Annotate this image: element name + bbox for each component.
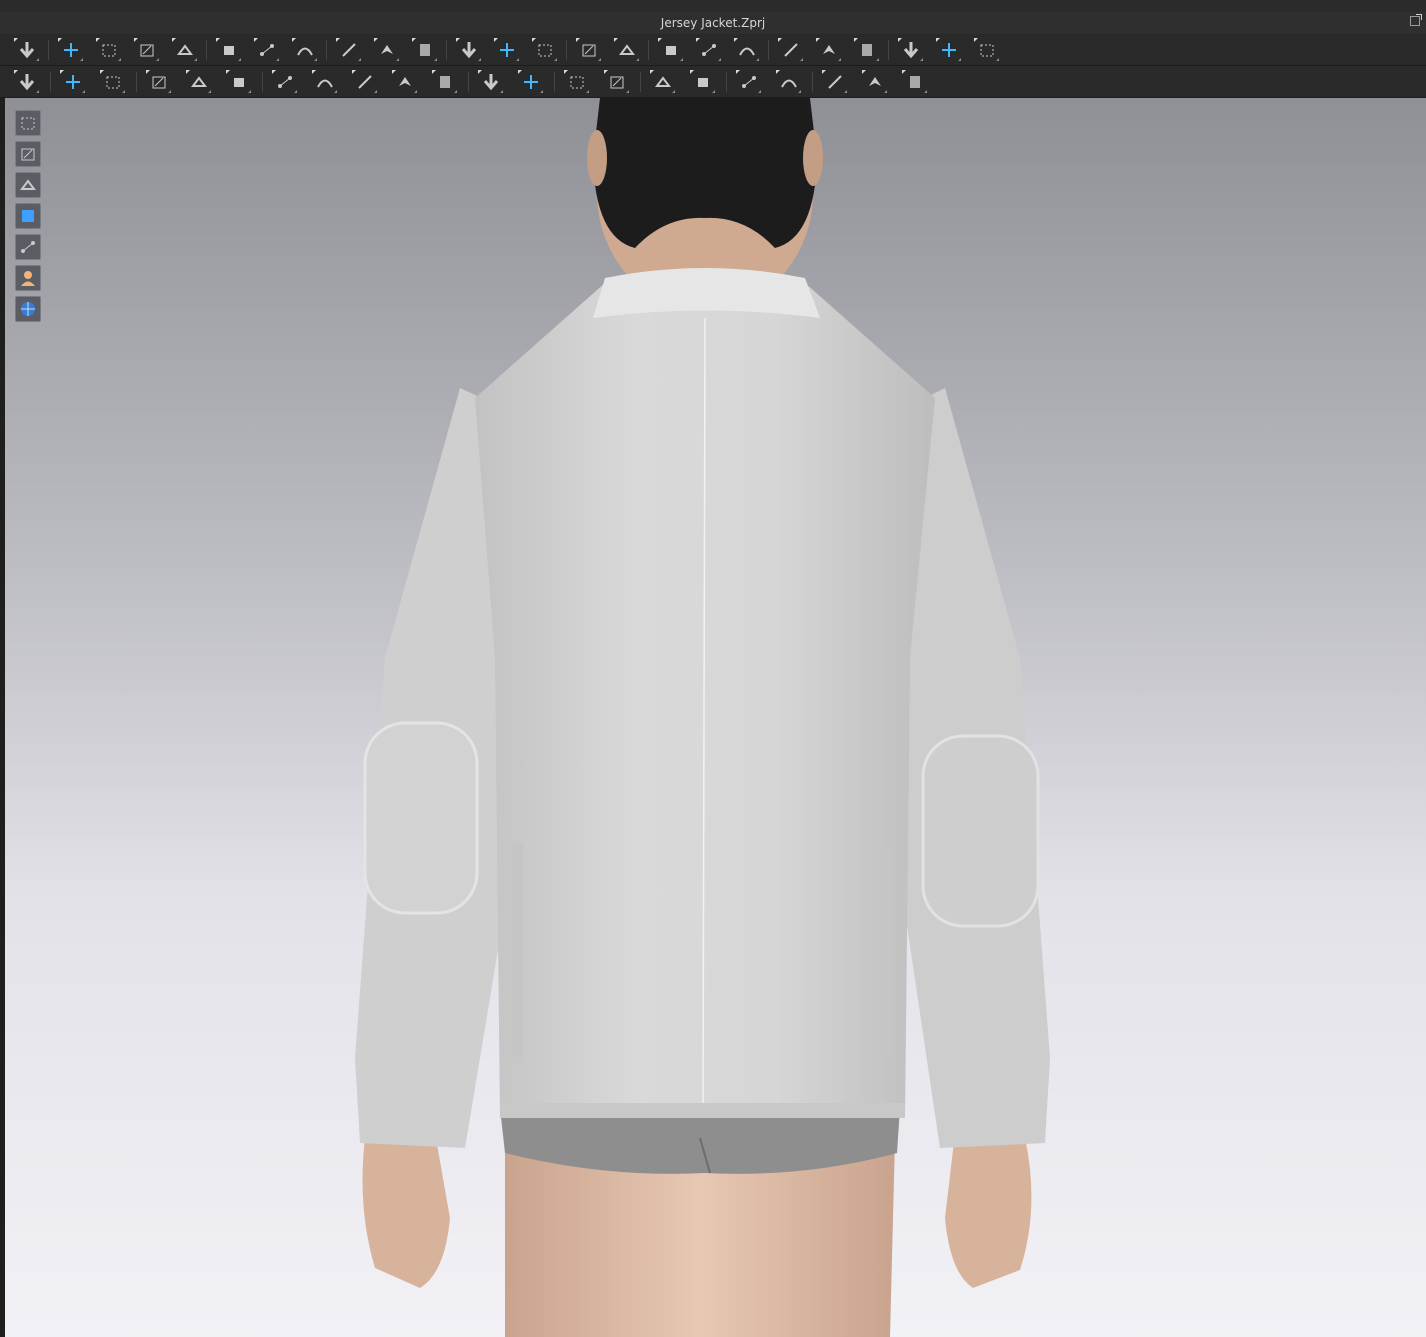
toolbar-separator xyxy=(262,72,263,92)
toolbar-separator xyxy=(640,72,641,92)
pattern-fill-icon[interactable] xyxy=(736,70,762,94)
buttonhole-add-icon[interactable] xyxy=(392,70,418,94)
fold-arrangement-icon[interactable] xyxy=(172,38,198,62)
toolbar-separator xyxy=(48,40,49,60)
tape-measure-icon[interactable] xyxy=(936,38,962,62)
toolbar-separator xyxy=(554,72,555,92)
edit-pattern-icon[interactable] xyxy=(216,38,242,62)
compress-icon[interactable] xyxy=(776,70,802,94)
toolbar-separator xyxy=(812,72,813,92)
edit-sewing-icon[interactable] xyxy=(292,38,318,62)
viewport-toolbar xyxy=(15,110,41,327)
line-icon[interactable] xyxy=(478,70,504,94)
toolbar-separator xyxy=(648,40,649,60)
garment-down-icon[interactable] xyxy=(862,70,888,94)
toolbar-separator xyxy=(50,72,51,92)
measure-circumference-icon[interactable] xyxy=(898,38,924,62)
topstitch-icon[interactable] xyxy=(352,70,378,94)
fold-icon[interactable] xyxy=(456,38,482,62)
right-hand xyxy=(945,1133,1032,1288)
ruler-icon[interactable] xyxy=(974,38,1000,62)
tape-icon[interactable] xyxy=(650,70,676,94)
popout-icon[interactable] xyxy=(1410,14,1422,26)
toolbar-bottom xyxy=(0,66,1426,98)
toolbar-separator xyxy=(566,40,567,60)
transform-graphic-icon[interactable] xyxy=(100,70,126,94)
tack-icon[interactable] xyxy=(412,38,438,62)
avatar-pose-icon[interactable] xyxy=(576,38,602,62)
left-hand xyxy=(362,1133,450,1288)
buttonhole-icon[interactable] xyxy=(312,70,338,94)
menu-strip xyxy=(0,0,1426,12)
toolbar-separator xyxy=(446,40,447,60)
transform-pattern-icon[interactable] xyxy=(134,38,160,62)
puckering-icon[interactable] xyxy=(146,70,172,94)
box-select-icon[interactable] xyxy=(96,38,122,62)
window-title: Jersey Jacket.Zprj xyxy=(660,16,766,30)
right-elbow-patch xyxy=(921,734,1040,928)
button-icon[interactable] xyxy=(272,70,298,94)
3d-viewport[interactable] xyxy=(5,98,1426,1337)
lock-icon[interactable] xyxy=(518,70,544,94)
environment-globe-icon[interactable] xyxy=(15,296,41,322)
pin-icon[interactable] xyxy=(816,38,842,62)
edit-texture-icon[interactable] xyxy=(60,70,86,94)
3d-scene xyxy=(355,98,1050,1337)
free-sewing-icon[interactable] xyxy=(374,38,400,62)
fold-line-icon[interactable] xyxy=(186,70,212,94)
toolbar-separator xyxy=(326,40,327,60)
garment-up-icon[interactable] xyxy=(822,70,848,94)
edit-pleat-icon[interactable] xyxy=(226,70,252,94)
edit-curvature-icon[interactable] xyxy=(254,38,280,62)
simulation-icon[interactable] xyxy=(14,38,40,62)
toolbar-separator xyxy=(726,72,727,92)
toolbar-separator xyxy=(136,72,137,92)
pin-box-icon[interactable] xyxy=(854,38,880,62)
show-avatar-icon[interactable] xyxy=(15,172,41,198)
layer-up-icon[interactable] xyxy=(734,38,760,62)
toolbar-separator xyxy=(206,40,207,60)
edit-tape-icon[interactable] xyxy=(690,70,716,94)
fasten-button-icon[interactable] xyxy=(432,70,458,94)
mesh-view-icon[interactable] xyxy=(15,234,41,260)
show-pattern-icon[interactable] xyxy=(15,141,41,167)
toolbar-separator xyxy=(768,40,769,60)
layer-down-icon[interactable] xyxy=(778,38,804,62)
expand-icon[interactable] xyxy=(696,38,722,62)
strengthen-icon[interactable] xyxy=(532,38,558,62)
toolbar-top xyxy=(0,34,1426,66)
toolbar-separator xyxy=(888,40,889,60)
avatar-walk-icon[interactable] xyxy=(14,70,40,94)
select-move-icon[interactable] xyxy=(58,38,84,62)
left-elbow-patch xyxy=(363,721,479,915)
segment-sewing-icon[interactable] xyxy=(336,38,362,62)
show-arrangement-points-icon[interactable] xyxy=(494,38,520,62)
show-garment-icon[interactable] xyxy=(15,110,41,136)
toolbar-separator xyxy=(468,72,469,92)
avatar-skin-icon[interactable] xyxy=(15,265,41,291)
window-titlebar: Jersey Jacket.Zprj xyxy=(0,12,1426,35)
fur-icon[interactable] xyxy=(902,70,928,94)
shrink-icon[interactable] xyxy=(658,38,684,62)
edit-zipper-icon[interactable] xyxy=(604,70,630,94)
texture-view-icon[interactable] xyxy=(15,203,41,229)
jacket-collar xyxy=(593,268,820,318)
zipper-icon[interactable] xyxy=(564,70,590,94)
garment-fit-icon[interactable] xyxy=(614,38,640,62)
